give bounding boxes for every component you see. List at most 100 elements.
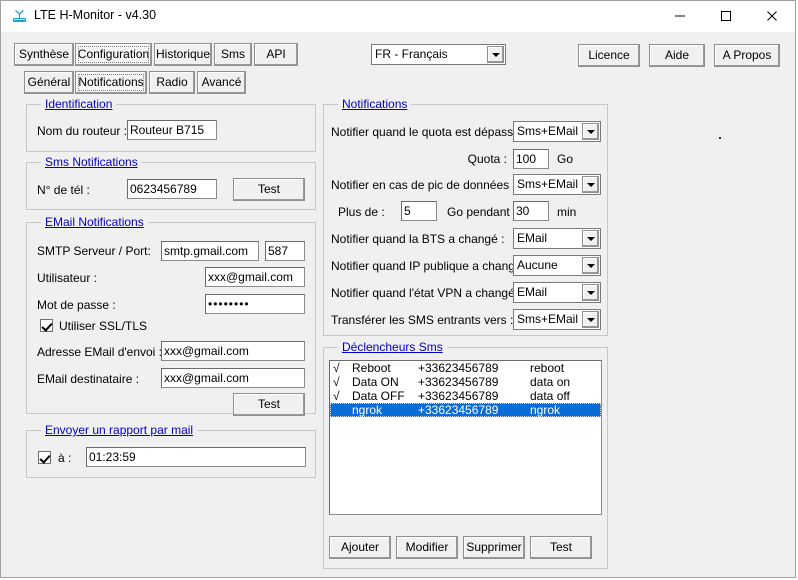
report-legend: Envoyer un rapport par mail <box>41 423 197 437</box>
quota-label: Quota : <box>401 152 507 166</box>
modifier-button[interactable]: Modifier <box>396 536 458 559</box>
chevron-down-icon[interactable] <box>582 230 599 247</box>
sms-test-button[interactable]: Test <box>233 178 305 201</box>
supprimer-button[interactable]: Supprimer <box>463 536 525 559</box>
aide-button[interactable]: Aide <box>649 44 705 67</box>
row-keyword: ngrok <box>530 403 602 417</box>
title-bar: LTE H-Monitor - v4.30 <box>1 1 795 32</box>
go-during-label: Go pendant <box>447 205 510 219</box>
user-label: Utilisateur : <box>37 271 97 285</box>
smtp-port-input[interactable]: 587 <box>265 241 305 261</box>
tab-sms[interactable]: Sms <box>214 43 252 66</box>
to-email-label: EMail destinataire : <box>37 372 139 386</box>
chevron-down-icon[interactable] <box>582 176 599 193</box>
tab-api[interactable]: API <box>254 43 298 66</box>
chevron-down-icon[interactable] <box>582 311 599 328</box>
row-keyword: data off <box>530 389 602 403</box>
quota-input[interactable]: 100 <box>513 149 549 169</box>
chevron-down-icon[interactable] <box>582 284 599 301</box>
subtab-radio[interactable]: Radio <box>149 71 195 94</box>
email-test-button[interactable]: Test <box>233 393 305 416</box>
vpn-changed-select[interactable]: EMail <box>513 282 601 303</box>
forward-sms-value: Sms+EMail <box>517 312 578 326</box>
forward-sms-label: Transférer les SMS entrants vers : <box>331 313 513 327</box>
licence-button[interactable]: Licence <box>578 44 640 67</box>
report-time-input[interactable]: 01:23:59 <box>86 447 306 467</box>
from-email-input[interactable]: xxx@gmail.com <box>161 341 305 361</box>
user-input[interactable]: xxx@gmail.com <box>205 267 305 287</box>
data-peak-select[interactable]: Sms+EMail <box>513 174 601 195</box>
subtab-general[interactable]: Général <box>24 71 74 94</box>
tab-configuration[interactable]: Configuration <box>75 43 152 66</box>
router-icon <box>11 8 28 25</box>
chevron-down-icon[interactable] <box>487 46 504 63</box>
ssl-checkbox[interactable] <box>40 319 53 332</box>
router-name-label: Nom du routeur : <box>37 124 127 138</box>
tab-synthese[interactable]: Synthèse <box>14 43 74 66</box>
quota-exceeded-select[interactable]: Sms+EMail <box>513 121 601 142</box>
quota-exceeded-value: Sms+EMail <box>517 124 578 138</box>
table-row[interactable]: ngrok+33623456789ngrokSystemC <box>330 403 601 417</box>
table-row[interactable]: √Data ON+33623456789data onDataOn <box>330 375 601 389</box>
app-window: LTE H-Monitor - v4.30 Synthèse Configura… <box>0 0 796 578</box>
ajouter-button[interactable]: Ajouter <box>329 536 391 559</box>
row-name: Data OFF <box>352 389 422 403</box>
report-enabled-checkbox[interactable] <box>38 451 51 464</box>
row-name: Data ON <box>352 375 422 389</box>
notifications-legend: Notifications <box>338 97 411 111</box>
duration-input[interactable]: 30 <box>513 201 549 221</box>
test-trigger-button[interactable]: Test <box>530 536 592 559</box>
password-input[interactable]: •••••••• <box>205 294 305 314</box>
maximize-icon[interactable] <box>703 1 749 31</box>
language-select[interactable]: FR - Français <box>371 44 506 65</box>
tab-historique[interactable]: Historique <box>154 43 212 66</box>
to-email-input[interactable]: xxx@gmail.com <box>161 368 305 388</box>
language-selected-value: FR - Français <box>375 47 448 61</box>
table-row[interactable]: √Reboot+33623456789rebootRebootR <box>330 361 601 375</box>
row-number: +33623456789 <box>418 375 530 389</box>
row-check-mark: √ <box>333 361 347 375</box>
ssl-label: Utiliser SSL/TLS <box>59 319 147 333</box>
close-icon[interactable] <box>749 1 795 31</box>
row-action: SystemC <box>600 403 602 417</box>
row-number: +33623456789 <box>418 361 530 375</box>
from-email-label: Adresse EMail d'envoi : <box>37 345 162 359</box>
row-name: Reboot <box>352 361 422 375</box>
smtp-server-input[interactable]: smtp.gmail.com <box>161 241 259 261</box>
row-action: DataOn <box>600 375 602 389</box>
row-action: RebootR <box>600 361 602 375</box>
subtab-avance[interactable]: Avancé <box>197 71 246 94</box>
subtab-notifications[interactable]: Notifications <box>75 71 147 94</box>
data-peak-label: Notifier en cas de pic de données : <box>331 178 516 192</box>
sms-triggers-list[interactable]: √Reboot+33623456789rebootRebootR√Data ON… <box>329 360 602 515</box>
window-title: LTE H-Monitor - v4.30 <box>34 8 156 22</box>
chevron-down-icon[interactable] <box>582 257 599 274</box>
duration-unit-label: min <box>557 205 576 219</box>
sms-triggers-legend: Déclencheurs Sms <box>338 340 447 354</box>
phone-input[interactable]: 0623456789 <box>127 179 217 199</box>
quota-unit-label: Go <box>557 152 573 166</box>
more-than-label: Plus de : <box>338 205 385 219</box>
ip-changed-select[interactable]: Aucune <box>513 255 601 276</box>
more-than-input[interactable]: 5 <box>401 201 437 221</box>
row-name: ngrok <box>352 403 422 417</box>
bts-changed-label: Notifier quand la BTS a changé : <box>331 232 504 246</box>
smtp-label: SMTP Serveur / Port: <box>37 244 151 258</box>
a-propos-button[interactable]: A Propos <box>714 44 780 67</box>
table-row[interactable]: √ Data OFF+33623456789data offDataOff <box>330 389 601 403</box>
forward-sms-select[interactable]: Sms+EMail <box>513 309 601 330</box>
minimize-icon[interactable] <box>657 1 703 31</box>
vpn-changed-label: Notifier quand l'état VPN a changé : <box>331 286 521 300</box>
row-number: +33623456789 <box>418 389 530 403</box>
sms-triggers-rows: √Reboot+33623456789rebootRebootR√Data ON… <box>330 361 601 417</box>
ip-changed-label: Notifier quand IP publique a changé : <box>331 259 528 273</box>
quota-exceeded-label: Notifier quand le quota est dépassé : <box>331 125 526 139</box>
bts-changed-value: EMail <box>517 231 547 245</box>
identification-legend: Identification <box>41 97 116 111</box>
row-action: DataOff <box>600 389 602 403</box>
router-name-input[interactable]: Routeur B715 <box>127 120 217 140</box>
chevron-down-icon[interactable] <box>582 123 599 140</box>
row-check-mark: √ <box>333 389 347 403</box>
bts-changed-select[interactable]: EMail <box>513 228 601 249</box>
email-notifications-legend: EMail Notifications <box>41 215 148 229</box>
